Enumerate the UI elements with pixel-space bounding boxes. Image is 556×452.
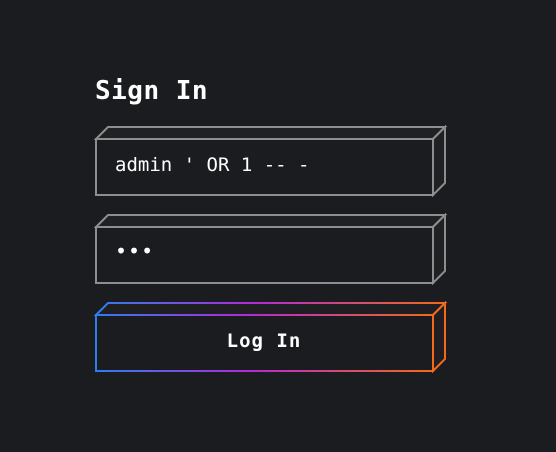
page-title: Sign In [95,76,209,106]
username-value: admin ' OR 1 -- - [115,154,310,176]
login-button[interactable]: Log In [94,301,448,373]
username-field[interactable]: admin ' OR 1 -- - [94,125,448,197]
login-button-label: Log In [226,330,302,352]
password-value: ••• [115,239,155,263]
password-field[interactable]: ••• [94,213,448,285]
